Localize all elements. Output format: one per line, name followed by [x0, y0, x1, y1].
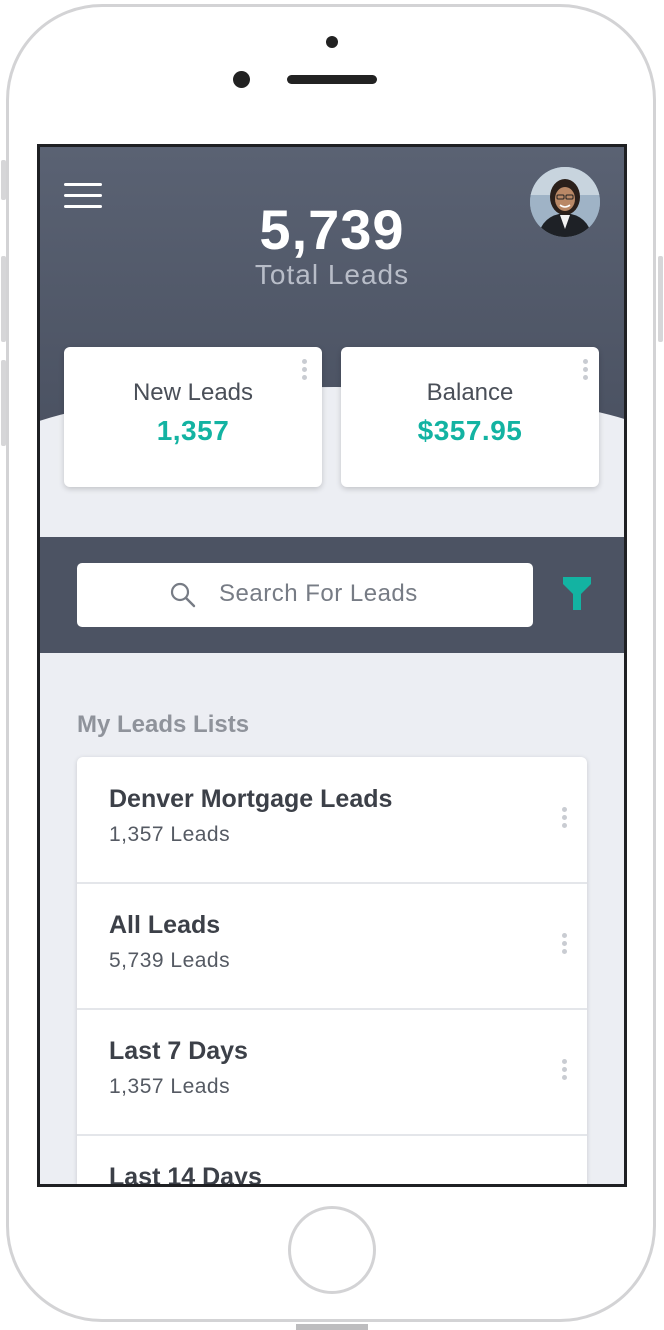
filter-icon[interactable] [562, 575, 592, 613]
balance-label: Balance [426, 379, 514, 406]
new-leads-label: New Leads [132, 379, 254, 406]
avatar[interactable] [530, 167, 600, 237]
total-leads-label: Total Leads [254, 259, 410, 290]
balance-value: $357.95 [417, 415, 523, 446]
mute-switch [1, 160, 6, 200]
volume-up-button [1, 256, 6, 342]
search-icon [170, 582, 196, 608]
app-screen: 5,739 Total Leads New Leads 1,357 Balanc… [37, 144, 627, 1187]
list-item[interactable]: Last 14 Days [77, 1135, 587, 1187]
profile-photo-icon [530, 167, 600, 237]
list-item-title: Denver Mortgage Leads [109, 785, 393, 813]
list-item-title: All Leads [109, 911, 221, 939]
more-vertical-icon[interactable] [562, 807, 568, 831]
list-item-title: Last 14 Days [109, 1163, 262, 1187]
list-item[interactable]: Denver Mortgage Leads 1,357 Leads [77, 757, 587, 884]
earpiece-speaker [287, 75, 377, 84]
more-vertical-icon[interactable] [302, 359, 308, 383]
bottom-connector [296, 1324, 368, 1330]
home-button[interactable] [288, 1206, 376, 1294]
proximity-sensor [233, 71, 250, 88]
volume-down-button [1, 360, 6, 446]
list-item-count: 1,357 Leads [109, 823, 231, 846]
balance-card[interactable]: Balance $357.95 [341, 347, 599, 487]
list-item-count: 1,357 Leads [109, 1075, 231, 1098]
search-input[interactable]: Search For Leads [77, 563, 533, 627]
more-vertical-icon[interactable] [583, 359, 589, 383]
more-vertical-icon[interactable] [562, 1059, 568, 1083]
leads-list: Denver Mortgage Leads 1,357 Leads All Le… [77, 757, 587, 1187]
leads-lists-heading: My Leads Lists [77, 711, 250, 738]
search-bar-section: Search For Leads [40, 537, 624, 653]
more-vertical-icon[interactable] [562, 933, 568, 957]
new-leads-value: 1,357 [156, 415, 230, 446]
list-item-title: Last 7 Days [109, 1037, 248, 1065]
list-item[interactable]: Last 7 Days 1,357 Leads [77, 1009, 587, 1136]
new-leads-card[interactable]: New Leads 1,357 [64, 347, 322, 487]
power-button [658, 256, 663, 342]
search-placeholder: Search For Leads [219, 580, 418, 607]
list-item[interactable]: All Leads 5,739 Leads [77, 883, 587, 1010]
list-item-count: 5,739 Leads [109, 949, 231, 972]
front-camera [326, 36, 338, 48]
